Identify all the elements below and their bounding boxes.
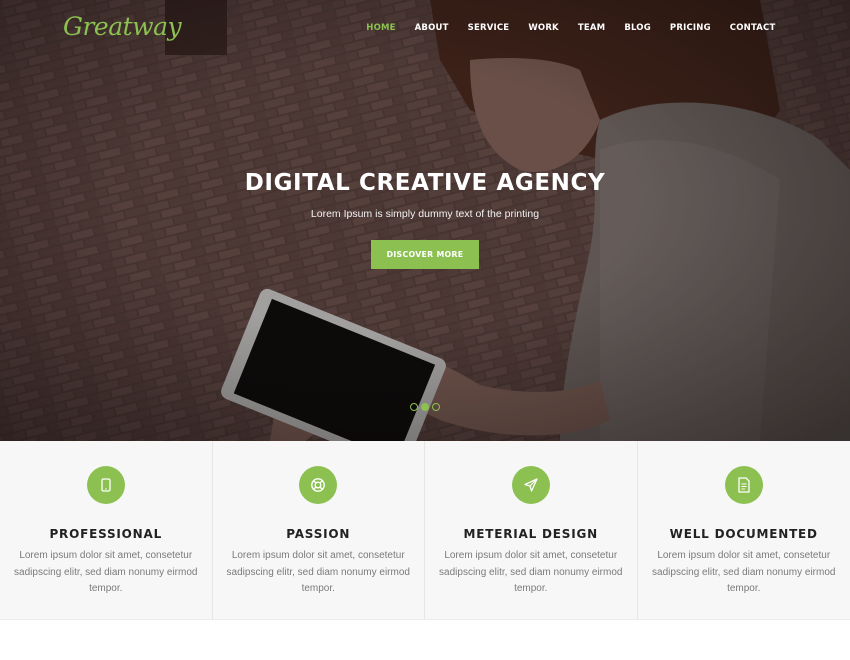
nav-item-service[interactable]: SERVICE xyxy=(458,23,519,33)
hero-overlay xyxy=(0,0,850,441)
tablet-icon xyxy=(86,466,125,504)
feature-title: WELL DOCUMENTED xyxy=(669,527,818,541)
document-icon xyxy=(724,466,763,504)
slider-dot-2[interactable] xyxy=(421,403,429,411)
feature-title: METERIAL DESIGN xyxy=(463,527,598,541)
feature-card: WELL DOCUMENTED Lorem ipsum dolor sit am… xyxy=(638,441,850,620)
main-navigation: HOME ABOUT SERVICE WORK TEAM BLOG PRICIN… xyxy=(357,23,785,33)
nav-item-about[interactable]: ABOUT xyxy=(405,23,458,33)
nav-item-work[interactable]: WORK xyxy=(519,23,569,33)
hero-title: DIGITAL CREATIVE AGENCY xyxy=(244,170,606,196)
nav-item-blog[interactable]: BLOG xyxy=(615,23,661,33)
site-logo[interactable]: Greatway xyxy=(63,12,182,41)
feature-title: PROFESSIONAL xyxy=(49,527,163,541)
feature-description: Lorem ipsum dolor sit amet, consetetur s… xyxy=(14,550,198,594)
paper-plane-icon xyxy=(511,466,550,504)
nav-item-team[interactable]: TEAM xyxy=(568,23,614,33)
hero-section: Greatway HOME ABOUT SERVICE WORK TEAM BL… xyxy=(0,0,850,441)
feature-description: Lorem ipsum dolor sit amet, consetetur s… xyxy=(226,550,410,594)
feature-card: PASSION Lorem ipsum dolor sit amet, cons… xyxy=(213,441,425,620)
slider-dot-1[interactable] xyxy=(410,403,418,411)
feature-card: PROFESSIONAL Lorem ipsum dolor sit amet,… xyxy=(0,441,213,620)
nav-item-pricing[interactable]: PRICING xyxy=(660,23,720,33)
slider-pagination xyxy=(410,403,440,411)
lifebuoy-icon xyxy=(299,466,338,504)
feature-description: Lorem ipsum dolor sit amet, consetetur s… xyxy=(439,550,623,594)
hero-subtitle: Lorem Ipsum is simply dummy text of the … xyxy=(310,208,540,220)
slider-dot-3[interactable] xyxy=(432,403,440,411)
feature-title: PASSION xyxy=(286,527,351,541)
feature-card: METERIAL DESIGN Lorem ipsum dolor sit am… xyxy=(425,441,638,620)
features-section: PROFESSIONAL Lorem ipsum dolor sit amet,… xyxy=(0,441,850,620)
nav-item-home[interactable]: HOME xyxy=(357,23,405,33)
feature-description: Lorem ipsum dolor sit amet, consetetur s… xyxy=(652,550,836,594)
nav-item-contact[interactable]: CONTACT xyxy=(720,23,785,33)
discover-more-button[interactable]: DISCOVER MORE xyxy=(371,240,479,269)
